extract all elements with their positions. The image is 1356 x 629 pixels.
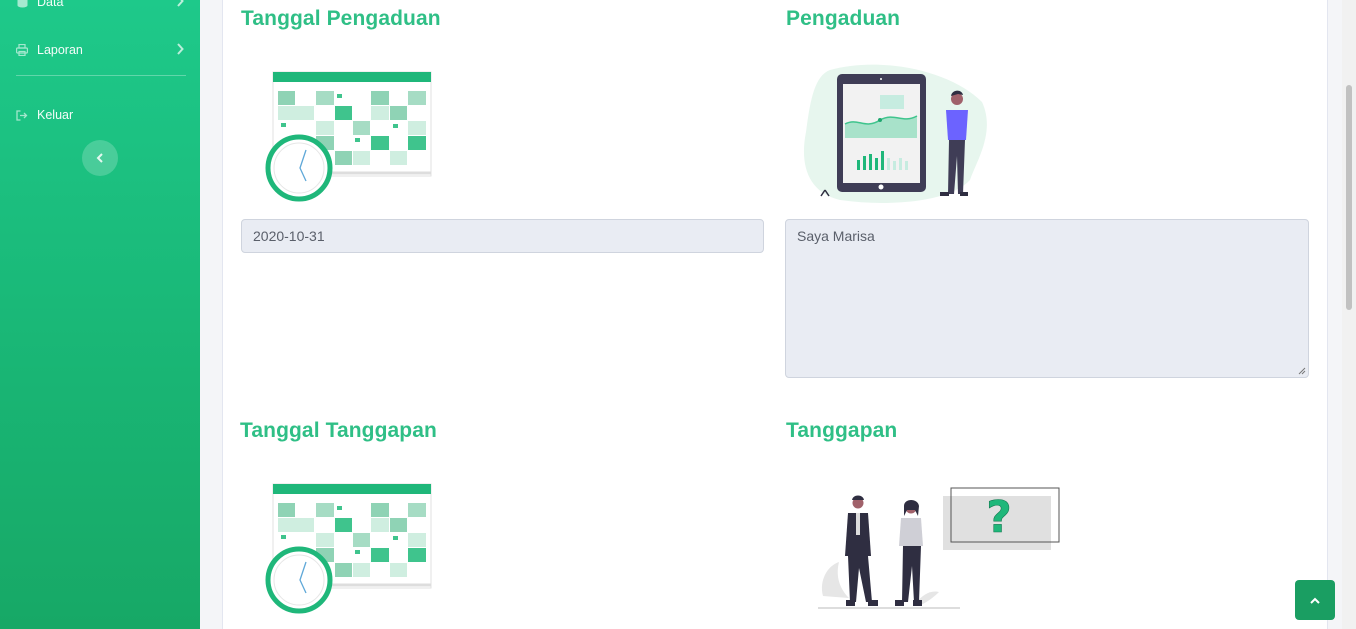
sidebar-toggle-button[interactable] (82, 140, 118, 176)
pengaduan-title: Pengaduan (786, 7, 901, 30)
sidebar-item-label: Keluar (37, 108, 74, 122)
pengaduan-textarea[interactable]: Saya Marisa (785, 219, 1309, 378)
tanggal-pengaduan-title: Tanggal Pengaduan (241, 7, 441, 30)
scroll-to-top-button[interactable] (1295, 580, 1335, 620)
tanggal-pengaduan-field[interactable]: 2020-10-31 (241, 219, 764, 253)
page-scrollbar[interactable] (1342, 0, 1356, 629)
scrollbar-thumb[interactable] (1346, 85, 1352, 310)
sidebar-item-label: Laporan (37, 43, 83, 57)
svg-text:?: ? (986, 492, 1012, 543)
tanggal-tanggapan-title: Tanggal Tanggapan (240, 419, 437, 442)
sidebar-item-label: Data (37, 0, 64, 9)
sign-out-icon (16, 109, 28, 121)
printer-icon (16, 44, 28, 56)
tanggapan-title: Tanggapan (786, 419, 898, 442)
calendar-illustration (265, 482, 435, 617)
sidebar: Data Laporan Keluar (0, 0, 200, 629)
chevron-left-icon (96, 153, 104, 163)
chevron-right-icon (176, 43, 184, 55)
chevron-right-icon (176, 0, 184, 7)
sidebar-divider (16, 75, 186, 76)
database-icon (16, 0, 28, 8)
sidebar-item-laporan[interactable]: Laporan (0, 32, 200, 68)
tablet-analytics-illustration (800, 62, 990, 207)
resize-handle-icon[interactable] (1297, 366, 1306, 375)
chevron-up-icon (1310, 597, 1320, 604)
sidebar-item-keluar[interactable]: Keluar (0, 97, 200, 133)
pengaduan-text: Saya Marisa (797, 228, 875, 244)
sidebar-item-data[interactable]: Data (0, 0, 200, 20)
question-people-illustration: ? (815, 486, 1065, 611)
calendar-illustration (265, 70, 435, 205)
